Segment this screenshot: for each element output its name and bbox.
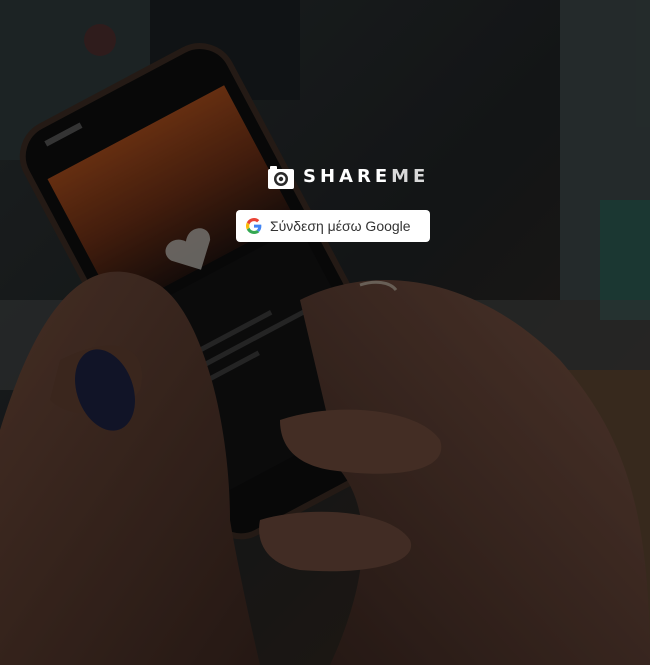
camera-icon <box>268 166 294 189</box>
brand-name-accent: ME <box>391 166 430 187</box>
brand-name-main: SHARE <box>303 166 392 187</box>
google-signin-button[interactable]: Σύνδεση μέσω Google <box>236 210 430 242</box>
brand-logo: SHAREME <box>267 163 429 191</box>
google-signin-label: Σύνδεση μέσω Google <box>270 218 411 234</box>
google-g-icon <box>246 218 262 234</box>
brand-name: SHAREME <box>303 163 429 191</box>
dark-overlay <box>0 0 650 665</box>
